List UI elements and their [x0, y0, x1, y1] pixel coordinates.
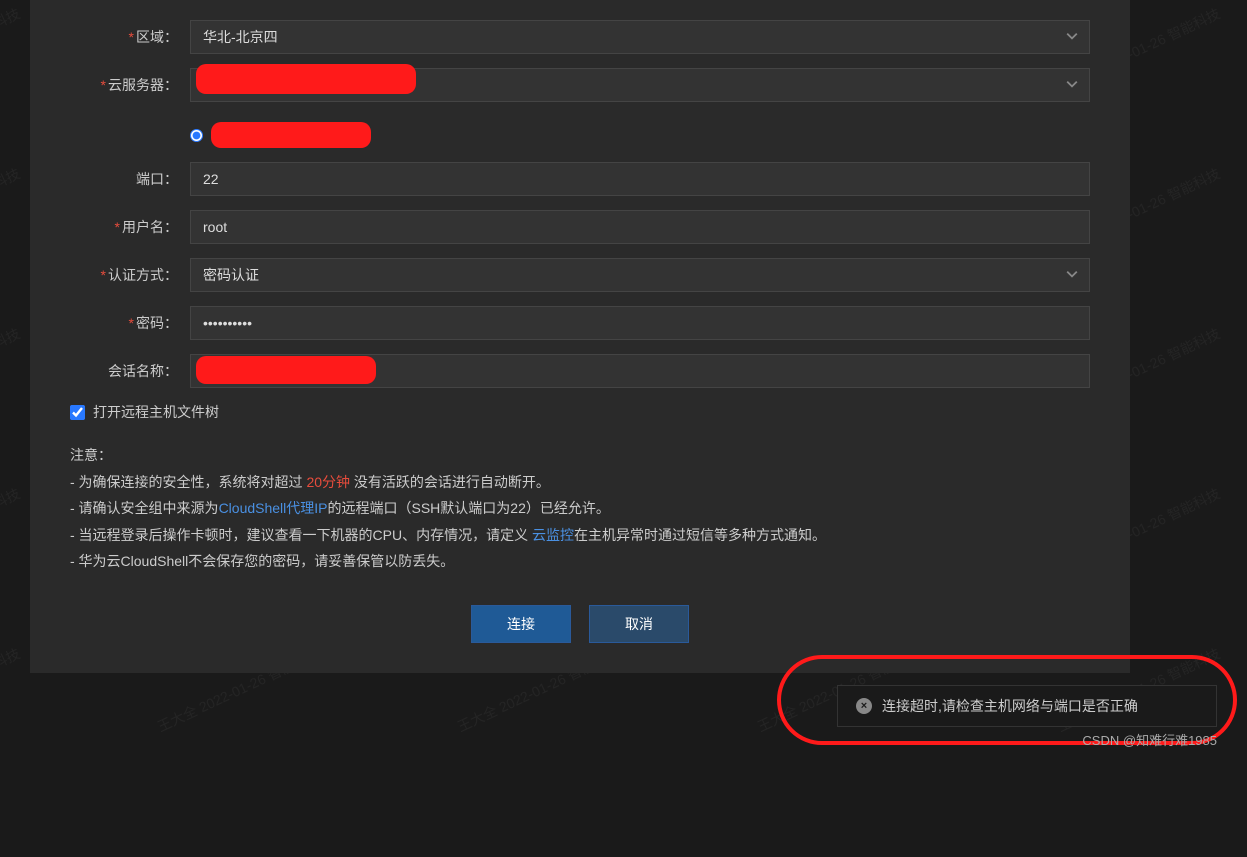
server-label: *云服务器： [70, 75, 190, 95]
password-input[interactable] [190, 306, 1090, 340]
username-input[interactable] [190, 210, 1090, 244]
button-row: 连接 取消 [70, 605, 1090, 643]
region-row: *区域： 华北-北京四 [70, 20, 1090, 54]
session-label: 会话名称： [70, 361, 190, 381]
error-icon: × [856, 698, 872, 714]
password-row: *密码： [70, 306, 1090, 340]
notice-block: 注意： - 为确保连接的安全性，系统将对超过 20分钟 没有活跃的会话进行自动断… [70, 442, 1090, 575]
username-label: *用户名： [70, 217, 190, 237]
username-row: *用户名： [70, 210, 1090, 244]
password-label: *密码： [70, 313, 190, 333]
open-filetree-checkbox[interactable] [70, 405, 85, 420]
notice-title: 注意： [70, 442, 1090, 469]
connection-form-panel: *区域： 华北-北京四 *云服务器： 端口： [30, 0, 1130, 673]
cloud-monitor-link[interactable]: 云监控 [532, 527, 574, 543]
notice-line3: - 当远程登录后操作卡顿时，建议查看一下机器的CPU、内存情况，请定义 云监控在… [70, 522, 1090, 549]
open-filetree-label: 打开远程主机文件树 [93, 402, 219, 422]
region-select[interactable]: 华北-北京四 [190, 20, 1090, 54]
port-label: 端口： [70, 169, 190, 189]
port-input[interactable] [190, 162, 1090, 196]
region-label: *区域： [70, 27, 190, 47]
authmode-row: *认证方式： 密码认证 [70, 258, 1090, 292]
cancel-button[interactable]: 取消 [589, 605, 689, 643]
error-toast: × 连接超时,请检查主机网络与端口是否正确 [837, 685, 1217, 727]
server-radio-row [70, 116, 1090, 148]
connect-button[interactable]: 连接 [471, 605, 571, 643]
server-radio[interactable] [190, 129, 203, 142]
port-row: 端口： [70, 162, 1090, 196]
notice-line2: - 请确认安全组中来源为CloudShell代理IP的远程端口（SSH默认端口为… [70, 495, 1090, 522]
cloudshell-ip-link[interactable]: CloudShell代理IP [219, 500, 328, 516]
toast-message: 连接超时,请检查主机网络与端口是否正确 [882, 696, 1138, 716]
notice-line1: - 为确保连接的安全性，系统将对超过 20分钟 没有活跃的会话进行自动断开。 [70, 469, 1090, 496]
session-row: 会话名称： [70, 354, 1090, 388]
authmode-label: *认证方式： [70, 265, 190, 285]
csdn-watermark: CSDN @知难行难1985 [1082, 730, 1217, 749]
open-filetree-row: 打开远程主机文件树 [70, 402, 1090, 422]
authmode-select[interactable]: 密码认证 [190, 258, 1090, 292]
server-row: *云服务器： [70, 68, 1090, 102]
notice-line4: - 华为云CloudShell不会保存您的密码，请妥善保管以防丢失。 [70, 548, 1090, 575]
